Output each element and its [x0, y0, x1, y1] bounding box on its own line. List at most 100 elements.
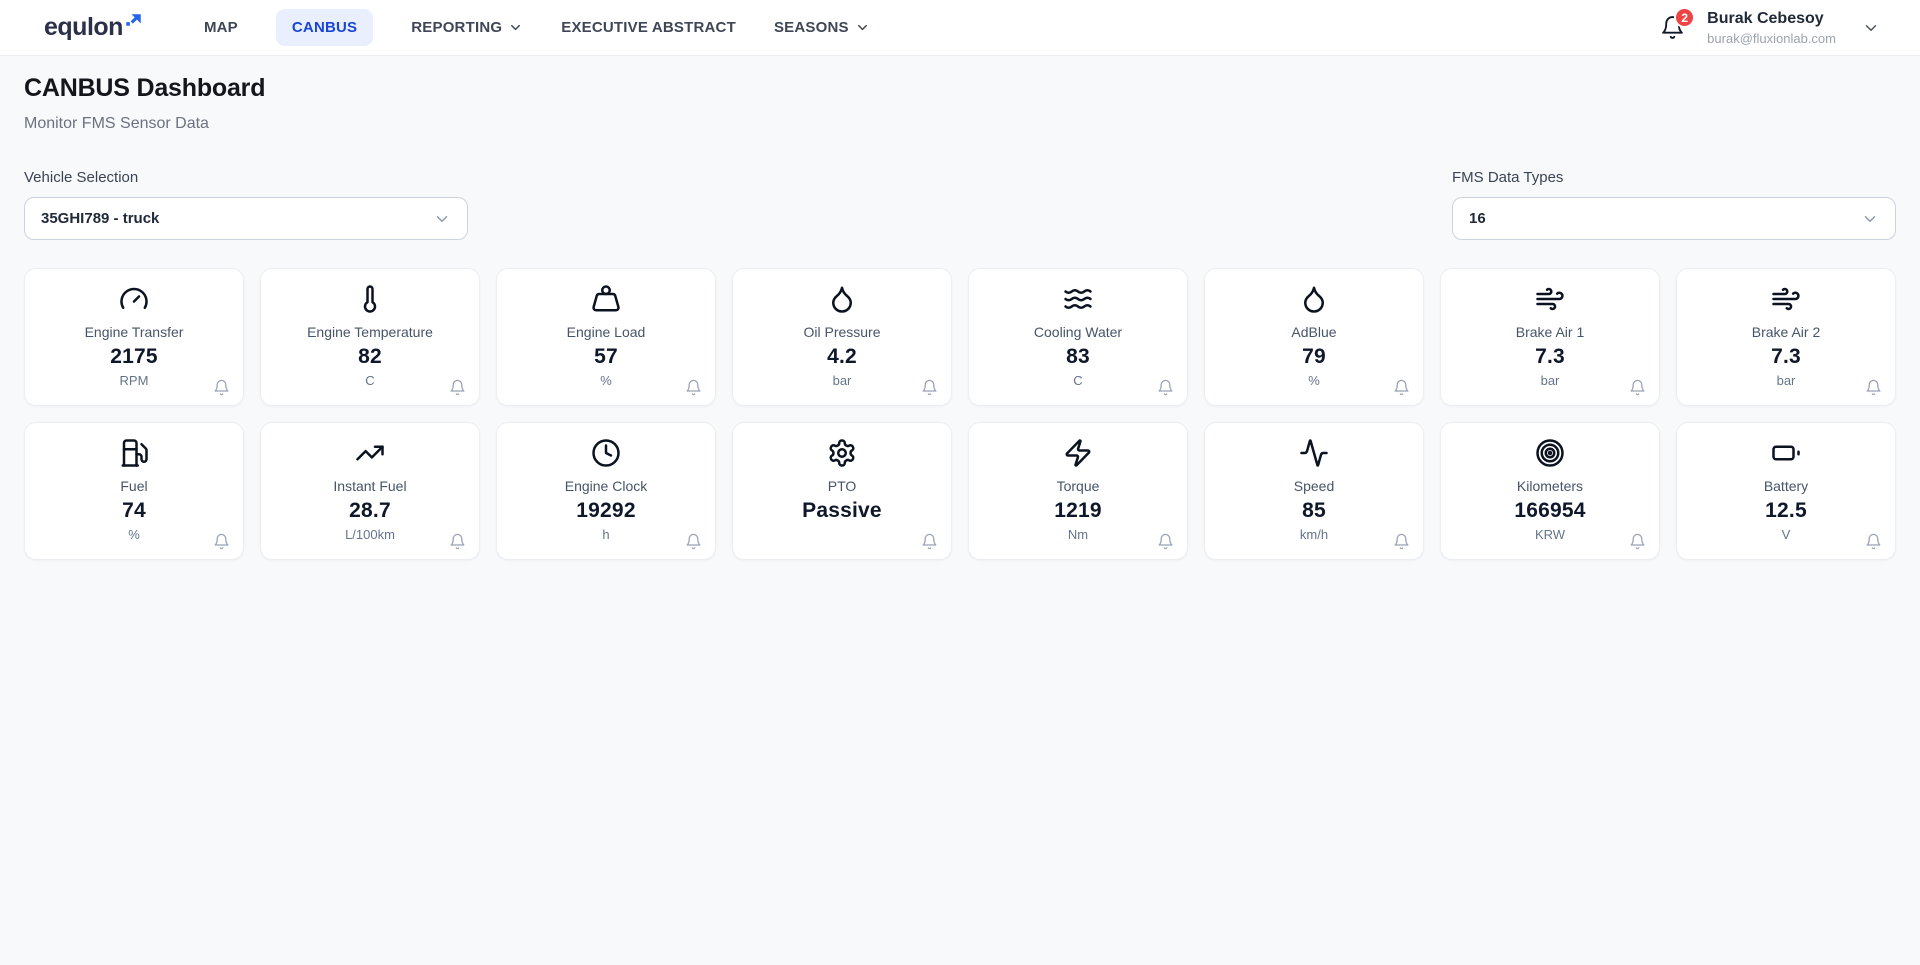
sensor-card: Kilometers 166954 KRW — [1440, 422, 1660, 560]
sensor-unit: L/100km — [345, 527, 395, 542]
sensor-unit: km/h — [1299, 527, 1329, 542]
gauge-icon — [25, 283, 243, 315]
sensor-label: Oil Pressure — [803, 324, 881, 340]
sensor-value: 85 — [1302, 499, 1326, 522]
sensor-card: Fuel 74 % — [24, 422, 244, 560]
notification-count-badge: 2 — [1674, 7, 1696, 28]
main-content: CANBUS Dashboard Monitor FMS Sensor Data… — [0, 56, 1920, 560]
alarm-bell-icon[interactable] — [921, 379, 938, 396]
sensor-unit: RPM — [119, 373, 149, 388]
vehicle-select[interactable]: 35GHI789 - truck — [24, 197, 468, 240]
waves-icon — [969, 283, 1187, 315]
nav-item-label: CANBUS — [291, 19, 358, 36]
sensor-label: Engine Load — [566, 324, 646, 340]
user-email: burak@fluxionlab.com — [1707, 30, 1836, 46]
sensor-unit: Nm — [1067, 527, 1089, 542]
sensor-card: Engine Load 57 % — [496, 268, 716, 406]
chevron-down-icon — [1861, 210, 1879, 228]
sensor-card: Engine Clock 19292 h — [496, 422, 716, 560]
sensor-label: Speed — [1293, 478, 1335, 494]
chevron-down-icon — [855, 20, 870, 35]
sensor-unit: C — [365, 373, 375, 388]
activity-icon — [1205, 437, 1423, 469]
sensor-card: Torque 1219 Nm — [968, 422, 1188, 560]
nav-item-seasons[interactable]: SEASONS — [774, 9, 870, 46]
alarm-bell-icon[interactable] — [921, 533, 938, 550]
alarm-bell-icon[interactable] — [1393, 533, 1410, 550]
sensor-card: Instant Fuel 28.7 L/100km — [260, 422, 480, 560]
alarm-bell-icon[interactable] — [449, 379, 466, 396]
sensor-value: 74 — [122, 499, 146, 522]
sensor-value: 1219 — [1054, 499, 1102, 522]
user-menu-chevron-down-icon[interactable] — [1862, 19, 1880, 37]
nav-item-reporting[interactable]: REPORTING — [411, 9, 523, 46]
sensor-label: AdBlue — [1291, 324, 1337, 340]
alarm-bell-icon[interactable] — [1157, 379, 1174, 396]
alarm-bell-icon[interactable] — [1629, 533, 1646, 550]
brand-logo-text: equlon — [44, 13, 123, 41]
filters-row: Vehicle Selection 35GHI789 - truck FMS D… — [24, 169, 1896, 240]
sensor-card: Engine Transfer 2175 RPM — [24, 268, 244, 406]
sensor-value: 19292 — [576, 499, 636, 522]
sensor-label: Torque — [1056, 478, 1100, 494]
fms-data-types-label: FMS Data Types — [1452, 169, 1564, 186]
brand-logo[interactable]: equlon — [44, 13, 142, 41]
sensor-label: Engine Clock — [564, 478, 648, 494]
sensor-label: Engine Temperature — [307, 324, 433, 340]
main-nav: MAP CANBUS REPORTING EXECUTIVE ABSTRACT SEAS… — [204, 9, 870, 46]
alarm-bell-icon[interactable] — [1393, 379, 1410, 396]
nav-item-label: REPORTING — [411, 19, 503, 36]
nav-item-label: MAP — [203, 19, 238, 36]
sensor-value: 28.7 — [349, 499, 391, 522]
gear-icon — [733, 437, 951, 469]
nav-item-map[interactable]: MAP — [204, 9, 238, 46]
sensor-value: 57 — [594, 345, 618, 368]
trending-up-icon — [261, 437, 479, 469]
brand-arrow-icon — [125, 13, 142, 35]
page-title: CANBUS Dashboard — [24, 74, 266, 102]
nav-item-executive-abstract[interactable]: EXECUTIVE ABSTRACT — [561, 9, 736, 46]
sensor-unit: bar — [832, 373, 852, 388]
user-menu[interactable]: Burak Cebesoy burak@fluxionlab.com — [1707, 9, 1836, 45]
sensor-label: Instant Fuel — [333, 478, 407, 494]
chevron-down-icon — [433, 210, 451, 228]
sensor-value: 7.3 — [1771, 345, 1801, 368]
sensor-value: 12.5 — [1765, 499, 1807, 522]
sensor-card: Brake Air 1 7.3 bar — [1440, 268, 1660, 406]
target-icon — [1441, 437, 1659, 469]
alarm-bell-icon[interactable] — [213, 379, 230, 396]
wind-icon — [1677, 283, 1895, 315]
sensor-card: Engine Temperature 82 C — [260, 268, 480, 406]
alarm-bell-icon[interactable] — [685, 533, 702, 550]
notifications-button[interactable]: 2 — [1660, 7, 1696, 40]
sensor-unit: % — [600, 373, 612, 388]
sensor-label: Cooling Water — [1033, 324, 1123, 340]
sensor-value: 2175 — [110, 345, 158, 368]
sensor-unit: V — [1781, 527, 1791, 542]
alarm-bell-icon[interactable] — [1865, 533, 1882, 550]
sensor-card-grid: Engine Transfer 2175 RPM Engine Temperat… — [24, 268, 1896, 560]
droplet-icon — [733, 283, 951, 315]
sensor-unit: bar — [1540, 373, 1560, 388]
sensor-unit: C — [1073, 373, 1083, 388]
fms-data-types-select[interactable]: 16 — [1452, 197, 1896, 240]
alarm-bell-icon[interactable] — [1629, 379, 1646, 396]
droplet-icon — [1205, 283, 1423, 315]
alarm-bell-icon[interactable] — [1865, 379, 1882, 396]
top-header: equlon MAP CANBUS REPORTING EXECUTIVE ABSTR… — [0, 0, 1920, 56]
sensor-label: Brake Air 2 — [1751, 324, 1821, 340]
sensor-value: 82 — [358, 345, 382, 368]
zap-icon — [969, 437, 1187, 469]
nav-item-canbus[interactable]: CANBUS — [275, 9, 374, 46]
nav-item-label: SEASONS — [773, 19, 849, 36]
alarm-bell-icon[interactable] — [213, 533, 230, 550]
alarm-bell-icon[interactable] — [685, 379, 702, 396]
vehicle-select-value: 35GHI789 - truck — [41, 210, 160, 227]
fms-data-types-filter: FMS Data Types 16 — [1452, 169, 1896, 240]
alarm-bell-icon[interactable] — [449, 533, 466, 550]
user-name: Burak Cebesoy — [1707, 10, 1824, 28]
vehicle-selection-filter: Vehicle Selection 35GHI789 - truck — [24, 169, 468, 240]
alarm-bell-icon[interactable] — [1157, 533, 1174, 550]
sensor-label: Fuel — [120, 478, 148, 494]
sensor-label: Kilometers — [1516, 478, 1584, 494]
